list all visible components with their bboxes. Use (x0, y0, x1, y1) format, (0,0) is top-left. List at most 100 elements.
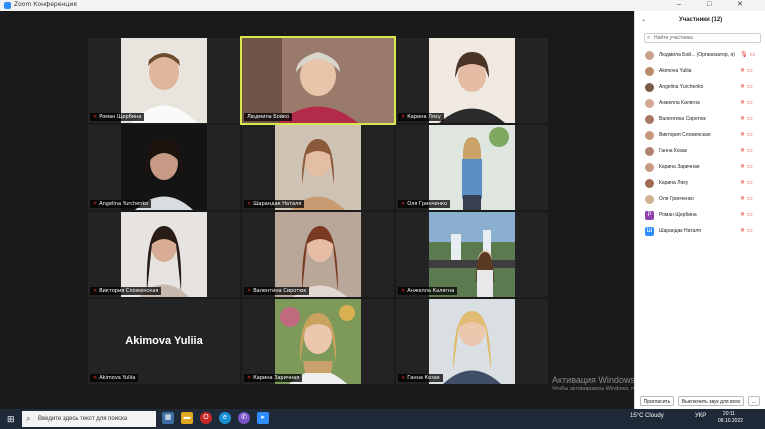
participant-video (275, 212, 361, 297)
participant-row[interactable]: Анжелла Калягна ✕▭ (635, 96, 765, 112)
video-tile[interactable]: ✕ Оля Гринченко (396, 125, 548, 210)
participants-list: Людмила Бой... (Организатор, я) 🎙▭ Akimova… (635, 48, 765, 240)
viber-icon[interactable]: ✆ (238, 412, 250, 424)
zoom-icon (4, 2, 11, 9)
participant-video (429, 212, 515, 297)
participant-name: Людмила Бой... (Организатор, я) (659, 52, 735, 58)
muted-status-icons: ✕▭ (740, 180, 755, 186)
participant-name: Карина Ляху (659, 180, 689, 186)
participant-name: Angelina Yurchenko (659, 84, 704, 90)
invite-button[interactable]: Пригласить (640, 396, 674, 406)
participant-name: Ганна Козак (659, 148, 687, 154)
participant-name-label: ✕ Карина Заричная (244, 374, 303, 382)
participants-panel-footer: Пригласить Выключить звук для всех ... (635, 394, 765, 408)
participant-search-input[interactable]: ⌕ Найти участника (644, 33, 761, 43)
participant-row[interactable]: Виктория Сложенская ✕▭ (635, 128, 765, 144)
more-options-button[interactable]: ... (748, 396, 760, 406)
muted-mic-icon: ✕ (93, 288, 98, 294)
windows-start-icon[interactable]: ⊞ (7, 414, 15, 425)
avatar: Ш (645, 227, 654, 236)
avatar (645, 131, 654, 140)
muted-mic-icon: ✕ (93, 375, 98, 381)
avatar (645, 67, 654, 76)
video-tile-camera-off[interactable]: Akimova Yuliia ✕ Akimova Yuliia (88, 299, 240, 384)
windows-taskbar: ⊞ ⌕ Введите здесь текст для поиска ▦ ▬ O… (0, 409, 765, 429)
muted-status-icons: ✕▭ (740, 116, 755, 122)
video-tile[interactable]: ✕ Шарандак Наталя (242, 125, 394, 210)
window-controls[interactable]: – □ ✕ (677, 0, 755, 8)
participant-row[interactable]: Р Роман Щербина ✕▭ (635, 208, 765, 224)
participant-row[interactable]: Карина Заричная ✕▭ (635, 160, 765, 176)
file-explorer-icon[interactable]: ▬ (181, 412, 193, 424)
avatar (645, 147, 654, 156)
search-icon: ⌕ (26, 414, 31, 423)
chevron-down-icon[interactable]: ⌄ (641, 16, 646, 23)
minimize-button[interactable]: – (677, 1, 693, 8)
avatar (645, 99, 654, 108)
participant-video (429, 38, 515, 123)
participant-row[interactable]: Akimova Yuliia ✕▭ (635, 64, 765, 80)
mute-all-button[interactable]: Выключить звук для всех (678, 396, 744, 406)
weather-widget[interactable]: 15°C Cloudy (630, 413, 664, 419)
muted-mic-icon: ✕ (401, 375, 406, 381)
video-tile[interactable]: ✕ Роман Щербина (88, 38, 240, 123)
avatar (645, 163, 654, 172)
edge-icon[interactable]: e (219, 412, 231, 424)
close-button[interactable]: ✕ (737, 1, 755, 8)
participant-display-name: Akimova Yuliia (125, 335, 203, 347)
language-indicator[interactable]: УКР (695, 413, 706, 419)
participants-panel: ⌄ Участники (12) ⌕ Найти участника Людми… (634, 11, 765, 409)
muted-mic-icon: ✕ (247, 201, 252, 207)
participant-video (121, 212, 207, 297)
avatar (645, 179, 654, 188)
participant-video (275, 125, 361, 210)
video-tile[interactable]: ✕ Анжелла Калягна (396, 212, 548, 297)
participant-name: Валентина Сиротюк (659, 116, 706, 122)
maximize-button[interactable]: □ (707, 1, 723, 8)
video-tile[interactable]: ✕ Карина Ляху (396, 38, 548, 123)
task-view-icon[interactable]: ▦ (162, 412, 174, 424)
muted-mic-icon: ✕ (401, 114, 406, 120)
window-title: Zoom Конференция (14, 1, 77, 8)
participant-name: Анжелла Калягна (659, 100, 700, 106)
participant-row[interactable]: Ганна Козак ✕▭ (635, 144, 765, 160)
participant-row[interactable]: Angelina Yurchenko ✕▭ (635, 80, 765, 96)
muted-status-icons: ✕▭ (740, 100, 755, 106)
avatar (645, 51, 654, 60)
taskbar-search-input[interactable]: ⌕ Введите здесь текст для поиска (22, 411, 156, 427)
video-tile-active-speaker[interactable]: Людмила Бойко (240, 36, 396, 125)
video-tile[interactable]: ✕ Валентина Сиротюк (242, 212, 394, 297)
opera-icon[interactable]: O (200, 412, 212, 424)
participant-row[interactable]: Оля Гринченко ✕▭ (635, 192, 765, 208)
muted-status-icons: 🎙▭ (740, 52, 758, 58)
participant-video (429, 299, 515, 384)
muted-status-icons: ✕▭ (740, 84, 755, 90)
participant-name-label: ✕ Шарандак Наталя (244, 200, 305, 208)
video-tile[interactable]: ✕ Виктория Сложенская (88, 212, 240, 297)
muted-mic-icon: ✕ (93, 114, 98, 120)
participant-video (121, 125, 207, 210)
muted-status-icons: ✕▭ (740, 68, 755, 74)
participant-row[interactable]: Ш Шарандак Наталя ✕▭ (635, 224, 765, 240)
participant-name: Шарандак Наталя (659, 228, 701, 234)
muted-mic-icon: ✕ (93, 201, 98, 207)
video-gallery: ✕ Роман Щербина Людмила Бойко ✕ Карина Лях… (0, 11, 634, 409)
participant-row[interactable]: Людмила Бой... (Организатор, я) 🎙▭ (635, 48, 765, 64)
participant-video (242, 38, 394, 123)
participant-row[interactable]: Валентина Сиротюк ✕▭ (635, 112, 765, 128)
zoom-taskbar-icon[interactable]: ▸ (257, 412, 269, 424)
title-bar: Zoom Конференция – □ ✕ (0, 0, 765, 11)
participant-row[interactable]: Карина Ляху ✕▭ (635, 176, 765, 192)
video-tile[interactable]: ✕ Карина Заричная (242, 299, 394, 384)
participant-name-label: ✕ Ганна Козак (398, 374, 443, 382)
muted-status-icons: ✕▭ (740, 164, 755, 170)
video-tile[interactable]: ✕ Angelina Yurchenko (88, 125, 240, 210)
participant-name: Роман Щербина (659, 212, 697, 218)
video-tile[interactable]: ✕ Ганна Козак (396, 299, 548, 384)
participant-video (275, 299, 361, 384)
muted-mic-icon: ✕ (401, 288, 406, 294)
participant-name: Akimova Yuliia (659, 68, 692, 74)
taskbar-clock[interactable]: 20:11 08.10.2022 (718, 411, 743, 425)
participant-name: Виктория Сложенская (659, 132, 711, 138)
participant-name-label: ✕ Angelina Yurchenko (90, 200, 152, 208)
